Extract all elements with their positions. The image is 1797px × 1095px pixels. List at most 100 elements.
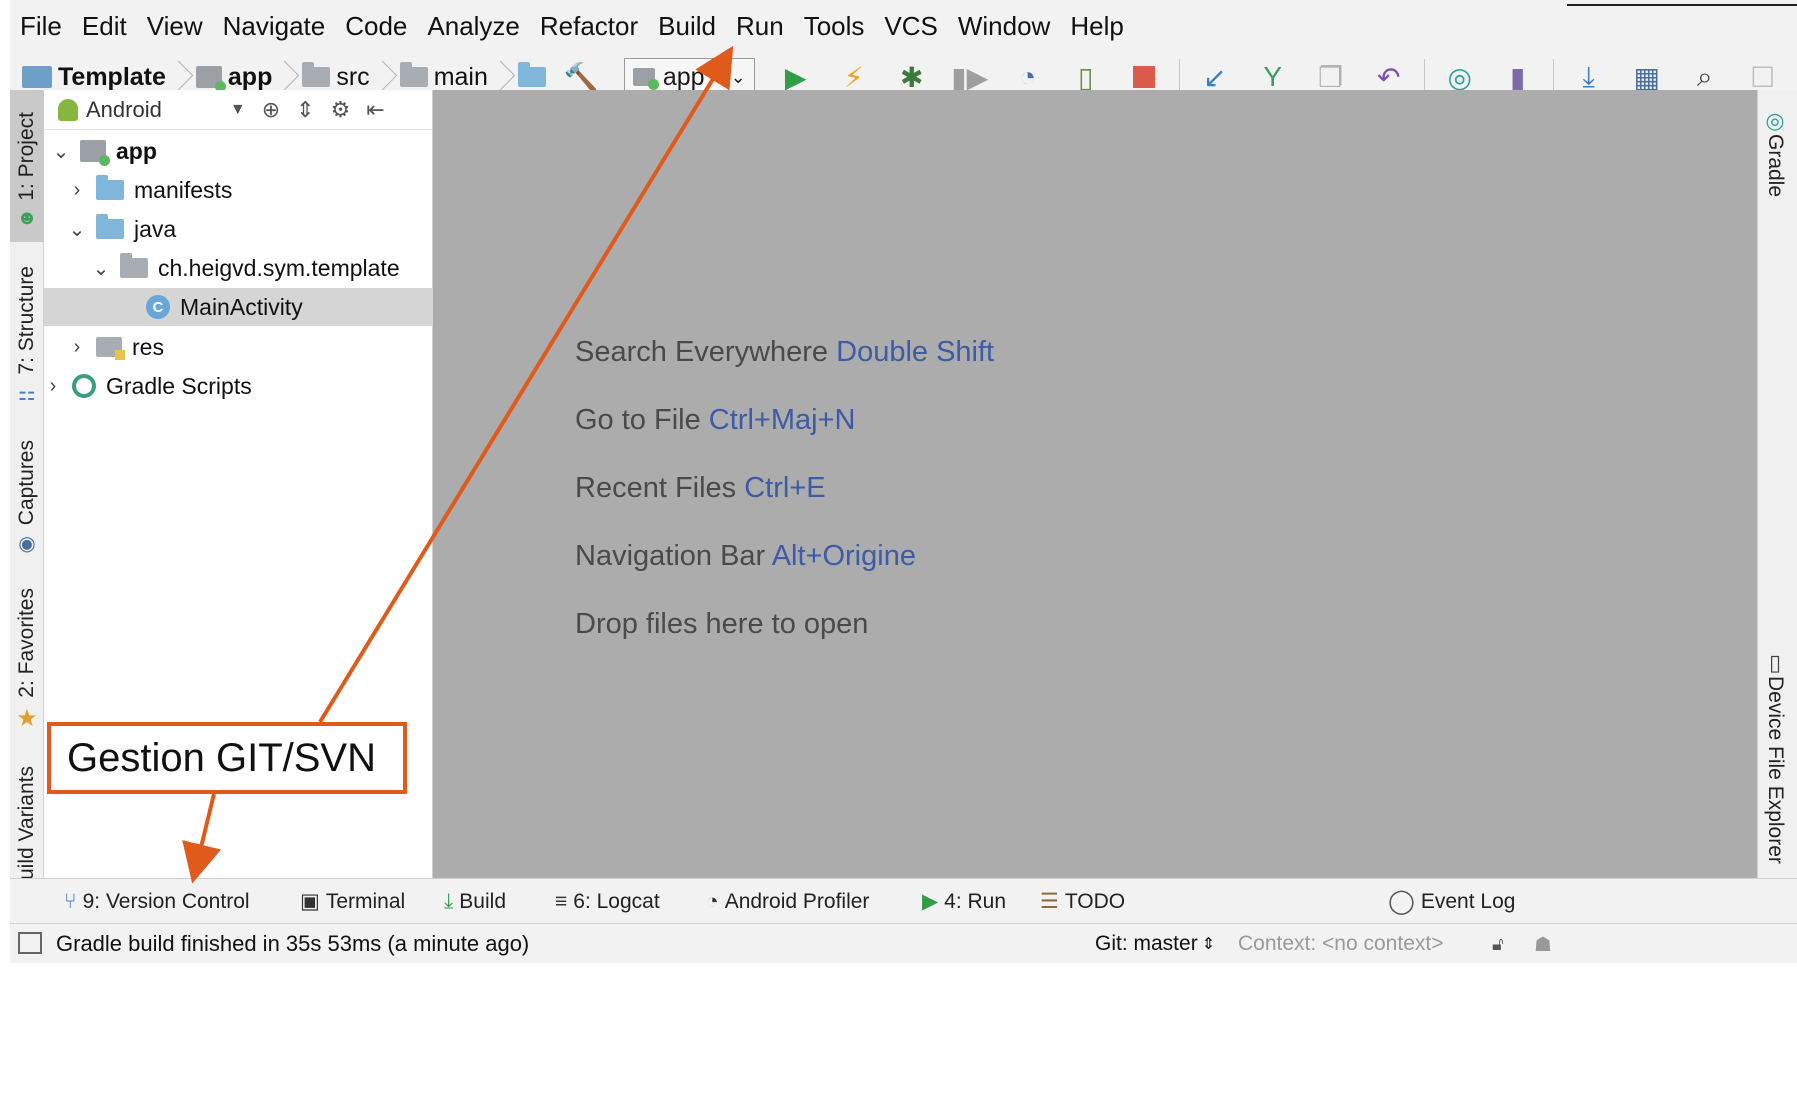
speech-bubble-icon: ◯ — [1388, 888, 1415, 915]
scroll-from-source-icon[interactable]: ⊕ — [262, 97, 280, 123]
status-message[interactable]: Gradle build finished in 35s 53ms (a min… — [56, 931, 529, 957]
editor-empty-area[interactable]: Search Everywhere Double Shift Go to Fil… — [433, 90, 1757, 878]
tree-node-res[interactable]: › res — [44, 328, 433, 366]
tool-version-control[interactable]: ⑂ 9: Version Control — [64, 879, 250, 924]
tab-label: 2: Favorites — [15, 588, 38, 698]
menu-help[interactable]: Help — [1060, 0, 1133, 52]
annotation-callout: Gestion GIT/SVN — [47, 722, 407, 794]
tab-project[interactable]: 1: Project ☻ — [10, 90, 44, 242]
menu-build[interactable]: Build — [648, 0, 726, 52]
hint-text: Navigation Bar — [575, 540, 766, 572]
android-icon: ☻ — [16, 206, 38, 229]
tool-build[interactable]: ⤓ Build — [444, 879, 506, 924]
tree-node-label: MainActivity — [180, 293, 303, 320]
menu-refactor[interactable]: Refactor — [530, 0, 648, 52]
menu-vcs[interactable]: VCS — [874, 0, 947, 52]
tab-device-file-explorer[interactable]: ▯ Device File Explorer — [1763, 650, 1787, 864]
tool-label: 9: Version Control — [82, 889, 250, 913]
tab-build-variants[interactable]: Build Variants — [10, 766, 44, 878]
tree-node-mainactivity[interactable]: C MainActivity — [44, 288, 433, 326]
lock-icon[interactable]: 🔓︎ — [1492, 924, 1504, 964]
tree-node-app[interactable]: ⌄ app — [44, 132, 433, 170]
chevron-down-icon[interactable]: ⌄ — [52, 139, 70, 164]
captures-icon: ◉ — [18, 533, 36, 556]
tree-node-gradle-scripts[interactable]: › Gradle Scripts — [44, 367, 433, 405]
gear-icon[interactable]: ⚙ — [331, 97, 351, 123]
resources-folder-icon — [96, 337, 125, 360]
vcs-branch-icon: ⑂ — [64, 889, 77, 913]
hint-go-to-file: Go to File Ctrl+Maj+N — [575, 404, 855, 437]
tool-todo[interactable]: ☰ TODO — [1040, 879, 1125, 924]
tool-run[interactable]: ▶ 4: Run — [922, 879, 1006, 924]
tab-favorites[interactable]: 2: Favorites ★ — [10, 588, 44, 732]
tab-structure[interactable]: 7: Structure ⚏ — [10, 266, 44, 406]
tool-logcat[interactable]: ≡ 6: Logcat — [555, 879, 660, 924]
structure-icon: ⚏ — [18, 382, 36, 405]
menu-file[interactable]: File — [10, 0, 72, 52]
tool-android-profiler[interactable]: ◔ Android Profiler — [706, 879, 869, 924]
tab-captures[interactable]: Captures ◉ — [10, 440, 44, 555]
chevron-down-icon[interactable]: ⌄ — [68, 217, 86, 242]
tab-gradle[interactable]: ◎ Gradle — [1763, 108, 1787, 197]
hide-panel-icon[interactable]: ⇤ — [366, 97, 384, 123]
chevron-down-icon[interactable]: ⌄ — [92, 256, 110, 281]
terminal-icon: ▣ — [300, 890, 320, 913]
tree-node-java[interactable]: ⌄ java — [44, 210, 433, 248]
status-bar: Gradle build finished in 35s 53ms (a min… — [10, 923, 1797, 963]
module-icon — [632, 68, 659, 90]
tool-event-log[interactable]: ◯ Event Log — [1388, 879, 1515, 924]
annotation-label: Gestion GIT/SVN — [67, 735, 376, 780]
git-branch-widget[interactable]: Git: master ⇕ — [1095, 924, 1215, 964]
folder-icon — [96, 214, 124, 239]
chevron-right-icon[interactable]: › — [44, 375, 62, 398]
gradle-icon — [72, 374, 96, 398]
tab-label: 1: Project — [15, 112, 38, 201]
menu-navigate[interactable]: Navigate — [213, 0, 336, 52]
hint-text: Recent Files — [575, 472, 737, 504]
tree-node-label: manifests — [134, 176, 233, 203]
menu-edit[interactable]: Edit — [72, 0, 137, 52]
menu-code[interactable]: Code — [335, 0, 417, 52]
tab-label: Device File Explorer — [1764, 676, 1787, 864]
chevron-down-icon[interactable]: ▼ — [230, 101, 246, 119]
view-selector[interactable]: Android — [86, 97, 162, 123]
breadcrumb-label: Template — [58, 62, 166, 91]
menu-window[interactable]: Window — [948, 0, 1060, 52]
page-background — [0, 963, 1797, 1095]
chevron-right-icon[interactable]: › — [68, 179, 86, 202]
folder-icon — [96, 175, 124, 200]
right-tool-stripe: ◎ Gradle ▯ Device File Explorer — [1757, 90, 1797, 878]
menu-analyze[interactable]: Analyze — [417, 0, 530, 52]
profiler-icon: ◔ — [706, 889, 719, 913]
menu-tools[interactable]: Tools — [794, 0, 875, 52]
folder-icon — [302, 62, 331, 87]
collapse-all-icon[interactable]: ⇕ — [296, 97, 314, 123]
hint-text: Go to File — [575, 404, 701, 436]
run-icon: ▶ — [922, 890, 939, 913]
package-icon — [120, 253, 148, 278]
tool-label: 6: Logcat — [573, 889, 660, 913]
tool-label: 4: Run — [944, 889, 1007, 913]
context-label: Context: <no context> — [1238, 932, 1444, 955]
tree-node-label: res — [132, 333, 164, 360]
chevron-right-icon[interactable]: › — [68, 336, 86, 359]
device-icon: ▯ — [1768, 650, 1782, 675]
build-icon: ⤓ — [444, 889, 454, 913]
tab-label: 7: Structure — [15, 266, 38, 375]
toggle-tool-windows-icon[interactable] — [18, 932, 42, 954]
inspector-icon[interactable]: ☗ — [1534, 924, 1552, 964]
module-icon — [80, 140, 110, 166]
menu-run[interactable]: Run — [726, 0, 794, 52]
chevron-down-icon: ⌄ — [730, 66, 746, 87]
todo-icon: ☰ — [1040, 890, 1059, 913]
tree-node-manifests[interactable]: › manifests — [44, 171, 433, 209]
context-widget[interactable]: Context: <no context> — [1238, 924, 1443, 964]
tree-node-label: app — [116, 137, 157, 164]
tree-node-package[interactable]: ⌄ ch.heigvd.sym.template — [44, 249, 433, 287]
tool-terminal[interactable]: ▣ Terminal — [300, 879, 405, 924]
menu-view[interactable]: View — [137, 0, 213, 52]
menu-bar: File Edit View Navigate Code Analyze Ref… — [10, 0, 1797, 52]
tree-node-label: java — [134, 215, 177, 242]
tab-label: Build Variants — [15, 766, 38, 878]
tool-label: Terminal — [325, 889, 406, 913]
